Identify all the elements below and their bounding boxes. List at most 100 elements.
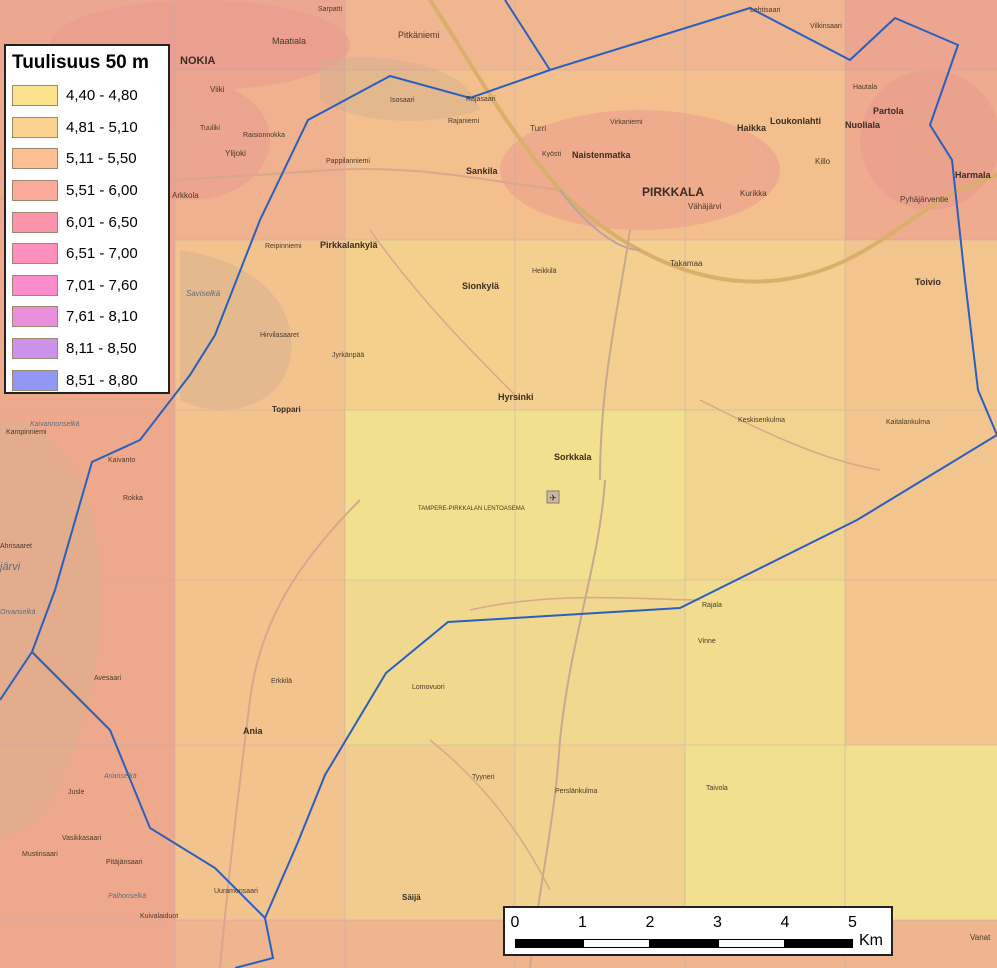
label-virkaniemi: Virkaniemi — [610, 119, 643, 126]
label-kuivalaiduot: Kuivalaiduot — [140, 913, 178, 920]
label-palhonselka: Palhonselkä — [108, 893, 146, 900]
label-arianselka: Arianselkä — [103, 773, 137, 780]
legend-item: 6,01 - 6,50 — [6, 206, 168, 238]
label-sionkyla: Sionkylä — [462, 281, 500, 291]
legend-swatch — [12, 274, 58, 296]
scale-bar-segment — [785, 939, 853, 948]
label-sankila: Sankila — [466, 166, 499, 176]
label-avesaari: Avesaari — [94, 675, 122, 682]
label-orvanselka: Orvanselkä — [0, 609, 36, 616]
label-viiki: Viiki — [210, 85, 225, 94]
legend-swatch — [12, 306, 58, 328]
label-ylijoki: Ylijoki — [225, 149, 246, 158]
airport-icon: ✈ — [546, 490, 560, 504]
legend-item: 5,11 - 5,50 — [6, 143, 168, 175]
label-loukonlahti: Loukonlahti — [770, 116, 821, 126]
label-jyrkanpaa: Jyrkänpää — [332, 352, 364, 359]
label-hautala: Hautala — [853, 84, 877, 91]
label-sarpatti: Sarpatti — [318, 6, 343, 13]
label-isosaari: Isosaari — [390, 97, 415, 104]
scale-bar-unit: Km — [859, 932, 883, 949]
label-kaivanonselka: Kaivannonselkä — [30, 421, 80, 428]
legend-item: 6,51 - 7,00 — [6, 238, 168, 270]
scale-bar-tick: 1 — [578, 914, 587, 931]
scale-bar-segment — [515, 939, 583, 948]
legend-label: 5,11 - 5,50 — [66, 150, 137, 168]
scale-bar-tick: 4 — [780, 914, 790, 931]
map-legend: Tuulisuus 50 m 4,40 - 4,80 4,81 - 5,10 5,1… — [4, 44, 170, 394]
label-kaitalankulma: Kaitalankulma — [886, 419, 930, 426]
label-toppari: Toppari — [272, 405, 301, 414]
label-hirvilasaaret: Hirvilasaaret — [260, 332, 299, 339]
label-tyyneri: Tyyneri — [472, 774, 495, 781]
label-vilkinsaari: Vilkinsaari — [810, 23, 842, 30]
legend-label: 7,61 - 8,10 — [66, 308, 138, 326]
label-lentoasema: TAMPERE-PIRKKALAN LENTOASEMA — [418, 506, 525, 512]
label-kaivanto: Kaivanto — [108, 457, 135, 464]
scale-bar: 0 1 2 3 4 5 Km — [503, 906, 893, 956]
label-partola: Partola — [873, 106, 905, 116]
label-vahajarvi: Vähäjärvi — [688, 202, 722, 211]
label-rajaniemi: Rajaniemi — [448, 118, 480, 125]
label-rajasaari: Rajasaari — [466, 96, 496, 103]
label-kurikka: Kurikka — [740, 189, 767, 198]
legend-swatch — [12, 116, 58, 138]
scale-bar-segment — [717, 939, 785, 948]
legend-swatch — [12, 243, 58, 265]
label-jarvi: järvi — [0, 561, 21, 573]
legend-swatch — [12, 85, 58, 107]
label-toivio: Toivio — [915, 277, 941, 287]
scale-bar-tick: 2 — [645, 914, 655, 931]
legend-label: 6,51 - 7,00 — [66, 245, 138, 263]
label-pappilanniemi: Pappilanniemi — [326, 158, 370, 165]
legend-label: 4,81 - 5,10 — [66, 118, 138, 136]
label-ahrisaaret: Ahrisaaret — [0, 543, 32, 550]
legend-item: 4,40 - 4,80 — [6, 80, 168, 112]
label-keskisenkulma: Keskisenkulma — [738, 417, 785, 424]
label-pyhajarventie: Pyhäjärventie — [900, 195, 949, 204]
label-lehtisaari: Lehtisaari — [750, 7, 781, 14]
label-harmala: Harmala — [955, 170, 992, 180]
scale-bar-tick: 0 — [510, 914, 520, 931]
legend-item: 4,81 - 5,10 — [6, 112, 168, 144]
scale-bar-segment — [582, 939, 650, 948]
label-nokia: NOKIA — [180, 55, 216, 67]
legend-title: Tuulisuus 50 m — [12, 52, 149, 73]
legend-item: 5,51 - 6,00 — [6, 175, 168, 207]
label-erkkila: Erkkilä — [271, 678, 292, 685]
label-rokka: Rokka — [123, 495, 143, 502]
label-kyosti: Kyösti — [542, 151, 562, 158]
scale-bar-tick: 3 — [713, 914, 722, 931]
label-sorkkala: Sorkkala — [554, 452, 593, 462]
legend-swatch — [12, 148, 58, 170]
label-killo: Killo — [815, 157, 831, 166]
scale-bar-segment — [650, 939, 718, 948]
label-lomovuori: Lomovuori — [412, 684, 445, 691]
label-vinne: Vinne — [698, 638, 716, 645]
label-maatiala: Maatiala — [272, 36, 306, 46]
label-vasikkasaari: Vasikkasaari — [62, 835, 102, 842]
legend-swatch — [12, 369, 58, 391]
label-raisionnokka: Raisionnokka — [243, 132, 285, 139]
legend-item: 7,61 - 8,10 — [6, 301, 168, 333]
legend-label: 6,01 - 6,50 — [66, 213, 138, 231]
label-naistenmatka: Naistenmatka — [572, 150, 632, 160]
label-vanat: Vanat — [970, 933, 991, 942]
label-pirkkalankyla: Pirkkalankylä — [320, 240, 379, 250]
label-perslankulma: Perslänkulma — [555, 788, 598, 795]
label-mustinsaari: Mustinsaari — [22, 851, 58, 858]
legend-item: 7,01 - 7,60 — [6, 270, 168, 302]
label-saviselka: Saviselkä — [186, 289, 221, 298]
label-rajala: Rajala — [702, 602, 722, 609]
label-nuoliala: Nuoliala — [845, 120, 881, 130]
legend-swatch — [12, 180, 58, 202]
label-pirkkala: PIRKKALA — [642, 185, 704, 199]
label-takamaa: Takamaa — [670, 259, 703, 268]
legend-label: 4,40 - 4,80 — [66, 87, 138, 105]
label-tuuliki: Tuuliki — [200, 125, 220, 132]
label-haikka: Haikka — [737, 123, 767, 133]
label-pitajansaari: Pitäjänsaari — [106, 859, 143, 866]
label-taivola: Taivola — [706, 785, 728, 792]
legend-swatch — [12, 338, 58, 360]
label-heikkila: Heikkilä — [532, 268, 557, 275]
